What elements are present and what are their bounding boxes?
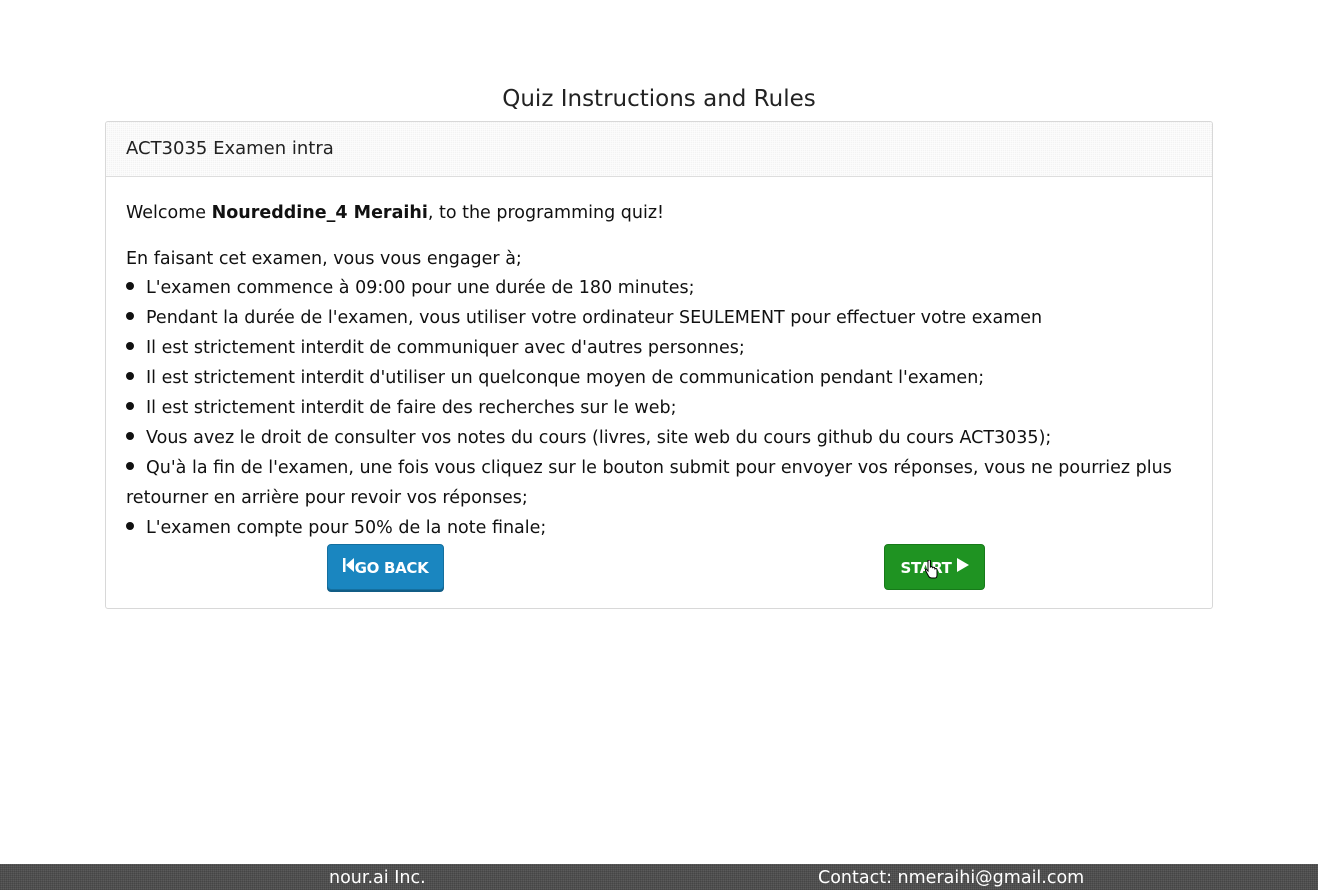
rule-item: L'examen compte pour 50% de la note fina… <box>126 513 1196 543</box>
rule-text: L'examen commence à 09:00 pour une durée… <box>146 278 695 298</box>
footer-company: nour.ai Inc. <box>329 868 426 888</box>
rules-list: L'examen commence à 09:00 pour une durée… <box>126 273 1196 543</box>
rule-item: Pendant la durée de l'examen, vous utili… <box>126 303 1196 333</box>
bullet-icon <box>126 402 134 410</box>
panel-heading: ACT3035 Examen intra <box>106 122 1212 177</box>
welcome-prefix: Welcome <box>126 203 212 223</box>
rule-text: L'examen compte pour 50% de la note fina… <box>146 518 547 538</box>
hand-cursor-icon <box>924 559 938 580</box>
rule-text: Pendant la durée de l'examen, vous utili… <box>146 308 1043 328</box>
bullet-icon <box>126 372 134 380</box>
rule-item: Il est strictement interdit d'utiliser u… <box>126 363 1196 393</box>
welcome-suffix: , to the programming quiz! <box>427 203 665 223</box>
bullet-icon <box>126 462 134 470</box>
footer: nour.ai Inc. Contact: nmeraihi@gmail.com <box>0 864 1318 890</box>
quiz-instructions-page: Quiz Instructions and Rules ACT3035 Exam… <box>0 0 1318 890</box>
welcome-message: Welcome Noureddine_4 Meraihi, to the pro… <box>126 201 664 225</box>
bullet-icon <box>126 282 134 290</box>
rule-item: L'examen commence à 09:00 pour une durée… <box>126 273 1196 303</box>
footer-contact: Contact: nmeraihi@gmail.com <box>818 868 1085 888</box>
page-title: Quiz Instructions and Rules <box>502 86 816 112</box>
rule-text: Vous avez le droit de consulter vos note… <box>146 428 1052 448</box>
bullet-icon <box>126 342 134 350</box>
rule-item: Il est strictement interdit de faire des… <box>126 393 1196 423</box>
play-icon <box>956 544 969 590</box>
rules-intro: En faisant cet examen, vous vous engager… <box>126 249 522 269</box>
bullet-icon <box>126 522 134 530</box>
rule-text: Qu'à la fin de l'examen, une fois vous c… <box>126 458 1172 508</box>
bullet-icon <box>126 312 134 320</box>
go-back-label: GO BACK <box>354 559 429 577</box>
user-name: Noureddine_4 Meraihi <box>211 203 428 223</box>
skip-back-icon <box>342 544 355 590</box>
go-back-button[interactable]: GO BACK <box>327 544 444 590</box>
bullet-icon <box>126 432 134 440</box>
rule-text: Il est strictement interdit de communiqu… <box>146 338 745 358</box>
rule-text: Il est strictement interdit d'utiliser u… <box>146 368 985 388</box>
rule-item: Il est strictement interdit de communiqu… <box>126 333 1196 363</box>
rule-text: Il est strictement interdit de faire des… <box>146 398 677 418</box>
rule-item: Vous avez le droit de consulter vos note… <box>126 423 1196 453</box>
rule-item: Qu'à la fin de l'examen, une fois vous c… <box>126 453 1196 513</box>
instructions-panel: ACT3035 Examen intra Welcome Noureddine_… <box>105 121 1213 609</box>
